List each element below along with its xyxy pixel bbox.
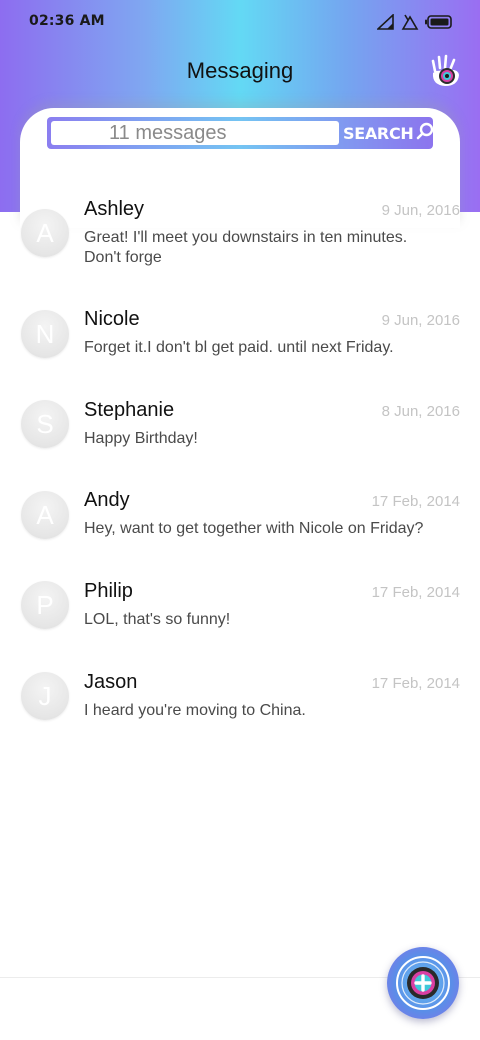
message-date: 9 Jun, 2016 [381, 202, 460, 219]
conversation-item-nicole[interactable]: N Nicole 9 Jun, 2016 Forget it.I don't b… [0, 290, 480, 380]
battery-icon [425, 15, 453, 29]
conversation-item-ashley[interactable]: A Ashley 9 Jun, 2016 Great! I'll meet yo… [0, 180, 480, 270]
message-date: 17 Feb, 2014 [371, 584, 460, 601]
contact-name: Nicole [84, 308, 140, 330]
contact-name: Stephanie [84, 399, 175, 421]
search-button-label: SEARCH [343, 123, 414, 143]
avatar: A [21, 209, 69, 257]
avatar: N [21, 310, 69, 358]
conversation-item-stephanie[interactable]: S Stephanie 8 Jun, 2016 Happy Birthday! [0, 381, 480, 471]
conversation-item-jason[interactable]: J Jason 17 Feb, 2014 I heard you're movi… [0, 653, 480, 743]
message-preview: LOL, that's so funny! [84, 611, 231, 628]
contact-name: Jason [84, 671, 138, 693]
message-date: 9 Jun, 2016 [381, 312, 460, 329]
conversation-item-andy[interactable]: A Andy 17 Feb, 2014 Hey, want to get tog… [0, 471, 480, 561]
status-icons [377, 12, 453, 32]
search-input[interactable] [51, 121, 339, 145]
message-preview: Happy Birthday! [84, 430, 198, 447]
wifi-icon [401, 14, 419, 30]
avatar: A [21, 491, 69, 539]
message-date: 17 Feb, 2014 [371, 493, 460, 510]
search-button[interactable]: SEARCH [343, 121, 433, 145]
message-preview: Great! I'll meet you downstairs in ten m… [84, 229, 408, 266]
message-preview: I heard you're moving to China. [84, 702, 306, 719]
contact-name: Andy [84, 489, 130, 511]
conversation-item-philip[interactable]: P Philip 17 Feb, 2014 LOL, that's so fun… [0, 562, 480, 652]
compose-plus-icon [387, 956, 459, 1023]
message-preview: Forget it.I don't bl get paid. until nex… [84, 339, 394, 356]
message-preview: Hey, want to get together with Nicole on… [84, 520, 424, 537]
message-date: 8 Jun, 2016 [381, 403, 460, 420]
avatar: S [21, 400, 69, 448]
avatar: P [21, 581, 69, 629]
search-bar: SEARCH [47, 117, 433, 149]
contact-name: Ashley [84, 198, 145, 220]
signal-icon [377, 14, 395, 30]
hand-eye-logo-icon[interactable] [428, 53, 464, 89]
page-title: Messaging [186, 58, 294, 83]
search-icon [414, 121, 435, 145]
message-date: 17 Feb, 2014 [371, 675, 460, 692]
contact-name: Philip [84, 580, 133, 602]
status-time: 02:36 AM [29, 13, 105, 29]
search-input-wrapper [51, 121, 339, 145]
status-bar: 02:36 AM [0, 0, 480, 44]
compose-button[interactable] [387, 947, 459, 1019]
avatar: J [21, 672, 69, 720]
